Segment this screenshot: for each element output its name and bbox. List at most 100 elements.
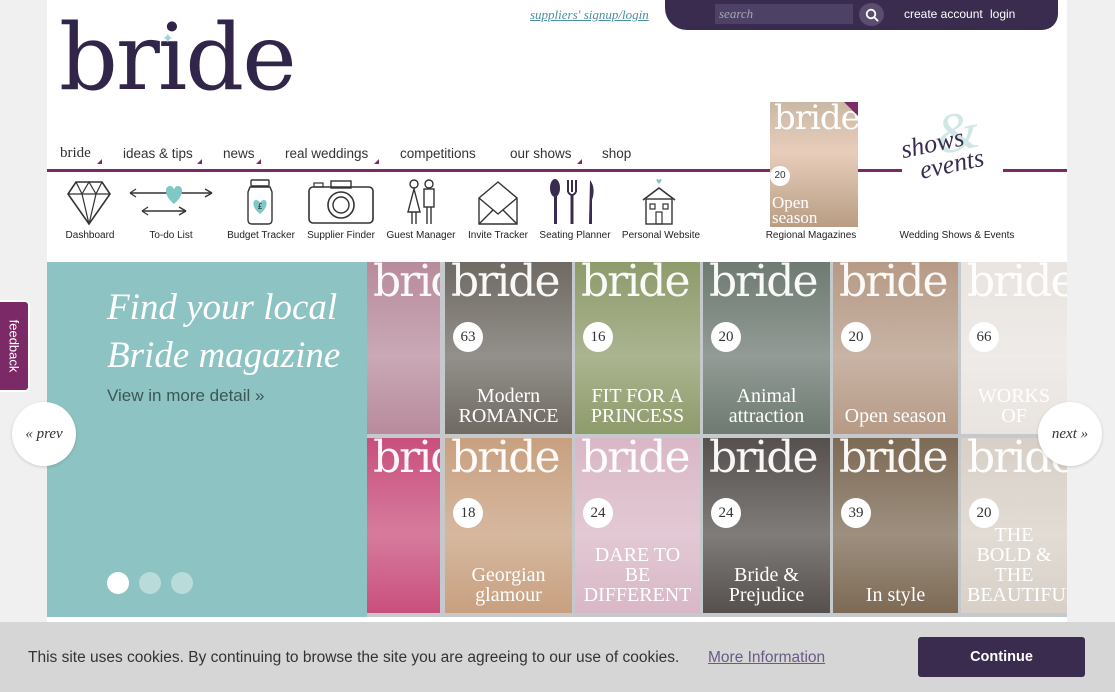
feedback-label: feedback xyxy=(6,319,22,373)
cookie-message: This site uses cookies. By continuing to… xyxy=(28,649,680,666)
diamond-icon xyxy=(67,180,111,226)
cover-title: Animal attraction xyxy=(728,385,805,427)
cover-masthead: bride xyxy=(839,262,948,307)
cover-masthead: bride xyxy=(581,262,690,307)
cover-masthead: bride xyxy=(581,438,690,483)
cover-title: Open season xyxy=(844,405,947,427)
cover-masthead: bride xyxy=(709,438,818,483)
bride-logo[interactable]: bride xyxy=(59,12,297,104)
carousel-dot-3[interactable] xyxy=(171,572,193,594)
tool-label: Guest Manager xyxy=(386,230,456,241)
supplier-signup-link[interactable]: suppliers' signup/login xyxy=(530,7,649,23)
camera-icon xyxy=(308,180,374,224)
cover-badge: 20 xyxy=(841,322,871,352)
magazine-cover[interactable]: bride 24 Bride & Prejudice xyxy=(703,438,830,613)
cover-badge: 16 xyxy=(583,322,613,352)
dropdown-indicator-icon xyxy=(577,159,582,164)
nav-item-competitions[interactable]: competitions xyxy=(400,146,476,161)
tool-dashboard[interactable] xyxy=(66,178,112,226)
dropdown-indicator-icon xyxy=(374,159,379,164)
view-detail-link[interactable]: View in more detail » xyxy=(107,386,265,406)
jar-icon: £ xyxy=(247,179,273,225)
tool-personal-website[interactable] xyxy=(640,178,678,226)
cover-badge: 66 xyxy=(969,322,999,352)
magazine-cover[interactable]: bride 63 Modern ROMANCE xyxy=(445,262,572,434)
cover-title: FIT FOR A PRINCESS xyxy=(590,385,685,427)
magazine-covers-grid: bridebride63Modern ROMANCEbride16FIT FOR… xyxy=(367,262,1067,617)
cover-badge: 39 xyxy=(841,498,871,528)
tool-label: Personal Website xyxy=(621,230,701,241)
nav-item-shop[interactable]: shop xyxy=(602,146,631,161)
logo-star-icon: ✦ xyxy=(162,30,174,46)
nav-item-our-shows[interactable]: our shows xyxy=(510,146,572,161)
magazine-cover[interactable]: bride 20 THE BOLD & THE BEAUTIFUL xyxy=(961,438,1067,613)
regional-magazine-cover[interactable]: bride 20 Open season xyxy=(770,102,858,227)
search-input[interactable] xyxy=(715,4,853,24)
tool-label: Invite Tracker xyxy=(467,230,529,241)
magazine-cover[interactable]: bride 24 DARE TO BE DIFFERENT xyxy=(575,438,700,613)
cover-masthead: bride xyxy=(373,438,440,483)
continue-button[interactable]: Continue xyxy=(918,637,1085,677)
cover-masthead: bride xyxy=(451,438,560,483)
cover-title: Georgian glamour xyxy=(471,564,546,606)
login-link[interactable]: login xyxy=(990,7,1015,21)
tool-label: Dashboard xyxy=(65,230,115,241)
cover-masthead: bride xyxy=(967,262,1067,307)
dropdown-indicator-icon xyxy=(256,159,261,164)
cookie-banner: This site uses cookies. By continuing to… xyxy=(0,622,1115,692)
tool-label: Seating Planner xyxy=(539,230,611,241)
nav-divider-right xyxy=(1003,169,1067,172)
house-icon xyxy=(642,179,676,225)
nav-item-bride[interactable]: bride xyxy=(60,145,91,162)
create-account-link[interactable]: create account xyxy=(904,7,983,21)
tool-label: To-do List xyxy=(149,230,193,241)
cover-badge: 20 xyxy=(711,322,741,352)
magazine-cover[interactable]: bride xyxy=(367,438,440,613)
magazine-cover[interactable]: bride 18 Georgian glamour xyxy=(445,438,572,613)
prev-button[interactable]: « prev xyxy=(12,402,76,466)
magazine-cover[interactable]: bride 20 Animal attraction xyxy=(703,262,830,434)
nav-item-news[interactable]: news xyxy=(223,146,255,161)
magazine-cover[interactable]: bride 20 Open season xyxy=(833,262,958,434)
hero-carousel: Find your local Bride magazine View in m… xyxy=(47,262,1067,617)
cover-title: Open season xyxy=(772,193,818,227)
cover-masthead: bride xyxy=(373,262,440,307)
cover-masthead: bride xyxy=(839,438,948,483)
next-button[interactable]: next » xyxy=(1038,402,1102,466)
dropdown-indicator-icon xyxy=(197,159,202,164)
cover-badge: 24 xyxy=(583,498,613,528)
search-button[interactable] xyxy=(859,3,884,26)
tool-guest-manager[interactable] xyxy=(404,178,438,226)
tool-invite-tracker[interactable] xyxy=(477,178,519,226)
cover-masthead: bride xyxy=(709,262,818,307)
tool-budget-tracker[interactable]: £ xyxy=(244,178,276,226)
carousel-dot-2[interactable] xyxy=(139,572,161,594)
carousel-dot-1[interactable] xyxy=(107,572,129,594)
cover-title: Bride & Prejudice xyxy=(728,564,805,606)
nav-item-ideas-tips[interactable]: ideas & tips xyxy=(123,146,193,161)
magazine-cover[interactable]: bride xyxy=(367,262,440,434)
dropdown-indicator-icon xyxy=(97,159,102,164)
wedding-shows-label[interactable]: Wedding Shows & Events xyxy=(900,230,1015,241)
tool-todo-list[interactable] xyxy=(126,178,218,226)
cover-title: DARE TO BE DIFFERENT xyxy=(583,544,692,606)
cover-masthead: bride xyxy=(451,262,560,307)
nav-item-real-weddings[interactable]: real weddings xyxy=(285,146,368,161)
tool-supplier-finder[interactable] xyxy=(307,178,375,226)
svg-text:£: £ xyxy=(257,202,262,211)
cover-title: THE BOLD & THE BEAUTIFUL xyxy=(967,524,1067,606)
couple-icon xyxy=(407,179,435,224)
cover-badge: 18 xyxy=(453,498,483,528)
envelope-icon xyxy=(478,181,518,225)
magazine-cover[interactable]: bride 39 In style xyxy=(833,438,958,613)
regional-magazines-label[interactable]: Regional Magazines xyxy=(766,230,857,241)
feedback-tab[interactable]: feedback xyxy=(0,300,30,392)
cover-badge: 63 xyxy=(453,322,483,352)
tool-seating-planner[interactable] xyxy=(546,178,602,226)
tool-label: Supplier Finder xyxy=(307,230,375,241)
heart-arrow-icon xyxy=(129,186,213,216)
hero-heading: Find your local Bride magazine xyxy=(107,287,341,376)
tool-label: Budget Tracker xyxy=(227,230,295,241)
magazine-cover[interactable]: bride 16 FIT FOR A PRINCESS xyxy=(575,262,700,434)
more-information-link[interactable]: More Information xyxy=(708,649,825,667)
